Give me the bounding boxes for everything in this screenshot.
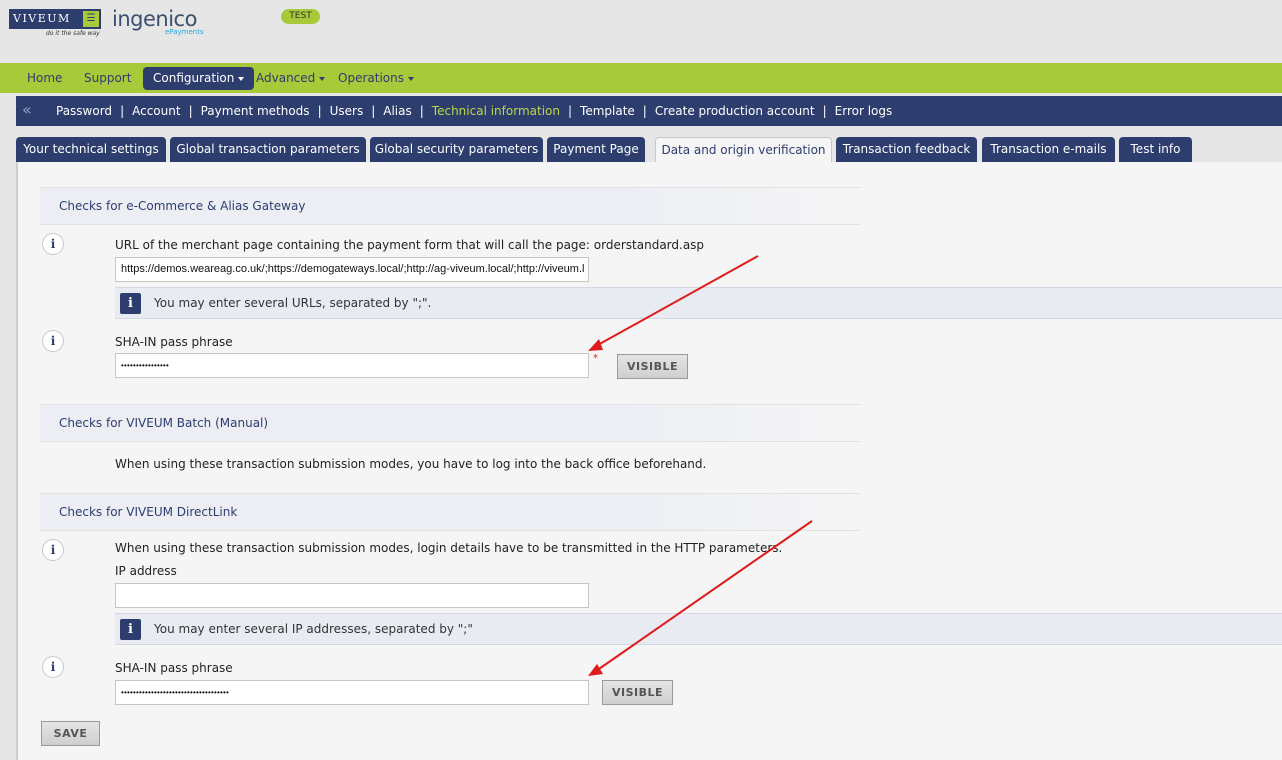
ip-address-label: IP address xyxy=(115,564,177,578)
viveum-logo-text: VIVEUM xyxy=(13,12,71,25)
sha-in-label: SHA-IN pass phrase xyxy=(115,335,233,349)
subnav-separator: | xyxy=(419,104,424,118)
subnav-create-production-account[interactable]: Create production account xyxy=(655,104,815,118)
subnav-alias[interactable]: Alias xyxy=(383,104,411,118)
info-icon[interactable]: i xyxy=(42,539,64,561)
subnav-password[interactable]: Password xyxy=(56,104,112,118)
sha-in-label-directlink: SHA-IN pass phrase xyxy=(115,661,233,675)
batch-text: When using these transaction submission … xyxy=(115,457,707,471)
subnav-separator: | xyxy=(371,104,376,118)
subnav-account[interactable]: Account xyxy=(132,104,180,118)
ip-note-text: You may enter several IP addresses, sepa… xyxy=(154,622,473,636)
tab-data-and-origin-verification[interactable]: Data and origin verification xyxy=(655,137,832,163)
nav-configuration[interactable]: Configuration xyxy=(143,67,255,90)
subnav-technical-information[interactable]: Technical information xyxy=(432,104,560,118)
info-icon: i xyxy=(120,619,141,640)
merchant-url-input[interactable]: https://demos.weareag.co.uk/;https://dem… xyxy=(115,257,589,282)
info-icon[interactable]: i xyxy=(42,233,64,255)
url-note: i You may enter several URLs, separated … xyxy=(115,287,1282,319)
tab-global-security-parameters[interactable]: Global security parameters xyxy=(370,137,543,163)
tab-transaction-emails[interactable]: Transaction e-mails xyxy=(982,137,1115,163)
section-ecommerce-heading: Checks for e-Commerce & Alias Gateway xyxy=(40,187,860,225)
sha-in-passphrase-input-directlink[interactable]: •••••••••••••••••••••••••••••••••••• xyxy=(115,680,589,705)
save-button[interactable]: SAVE xyxy=(41,721,100,746)
subnav-users[interactable]: Users xyxy=(330,104,364,118)
nav-configuration-label: Configuration xyxy=(153,71,235,85)
subnav-separator: | xyxy=(567,104,573,118)
chevron-down-icon xyxy=(319,76,326,81)
section-batch-heading: Checks for VIVEUM Batch (Manual) xyxy=(40,404,860,442)
app-header: VIVEUM ☰ do it the safe way ingenico ePa… xyxy=(0,0,1282,63)
required-asterisk: * xyxy=(593,353,598,364)
nav-advanced[interactable]: Advanced xyxy=(246,67,335,90)
sha-in-passphrase-input[interactable]: •••••••••••••••• xyxy=(115,353,589,378)
subnav-separator: | xyxy=(317,104,322,118)
visible-button[interactable]: VISIBLE xyxy=(617,354,688,379)
subnav-payment-methods[interactable]: Payment methods xyxy=(201,104,310,118)
subnav-separator: | xyxy=(822,104,827,118)
info-icon[interactable]: i xyxy=(42,656,64,678)
tab-test-info[interactable]: Test info xyxy=(1119,137,1192,163)
nav-support[interactable]: Support xyxy=(74,67,141,90)
subnav-template[interactable]: Template xyxy=(580,104,635,118)
tab-transaction-feedback[interactable]: Transaction feedback xyxy=(836,137,977,163)
content-panel: Checks for e-Commerce & Alias Gateway i … xyxy=(16,162,1282,760)
url-label: URL of the merchant page containing the … xyxy=(115,238,705,252)
bank-icon: ☰ xyxy=(83,11,99,27)
nav-operations[interactable]: Operations xyxy=(328,67,424,90)
back-chevron-icon[interactable]: « xyxy=(22,102,32,118)
nav-home[interactable]: Home xyxy=(17,67,72,90)
main-navigation: Home Support Configuration Advanced Oper… xyxy=(0,63,1282,93)
subnav-separator: | xyxy=(642,104,647,118)
nav-advanced-label: Advanced xyxy=(256,71,316,85)
section-directlink-heading: Checks for VIVEUM DirectLink xyxy=(40,493,860,531)
info-icon: i xyxy=(120,293,141,314)
nav-operations-label: Operations xyxy=(338,71,404,85)
logo-tagline: do it the safe way xyxy=(46,30,100,37)
chevron-down-icon xyxy=(407,76,414,81)
ip-address-input[interactable] xyxy=(115,583,589,608)
info-icon[interactable]: i xyxy=(42,330,64,352)
subnav-separator: | xyxy=(188,104,193,118)
ip-note: i You may enter several IP addresses, se… xyxy=(115,613,1282,645)
subnav-links: Password | Account | Payment methods | Users | A… xyxy=(56,96,892,126)
epayments-label: ePayments xyxy=(165,28,204,36)
subnav-error-logs[interactable]: Error logs xyxy=(835,104,893,118)
directlink-intro: When using these transaction submission … xyxy=(115,541,783,555)
subnav-separator: | xyxy=(120,104,125,118)
tab-global-transaction-parameters[interactable]: Global transaction parameters xyxy=(170,137,366,163)
viveum-logo[interactable]: VIVEUM ☰ xyxy=(9,9,101,29)
tab-your-technical-settings[interactable]: Your technical settings xyxy=(16,137,166,163)
sub-navigation: « Password | Account | Payment methods | Users… xyxy=(16,96,1282,126)
visible-button-directlink[interactable]: VISIBLE xyxy=(602,680,673,705)
tab-payment-page[interactable]: Payment Page xyxy=(547,137,645,163)
chevron-down-icon xyxy=(238,76,245,81)
url-note-text: You may enter several URLs, separated by… xyxy=(154,296,432,310)
environment-badge: TEST xyxy=(281,9,320,24)
